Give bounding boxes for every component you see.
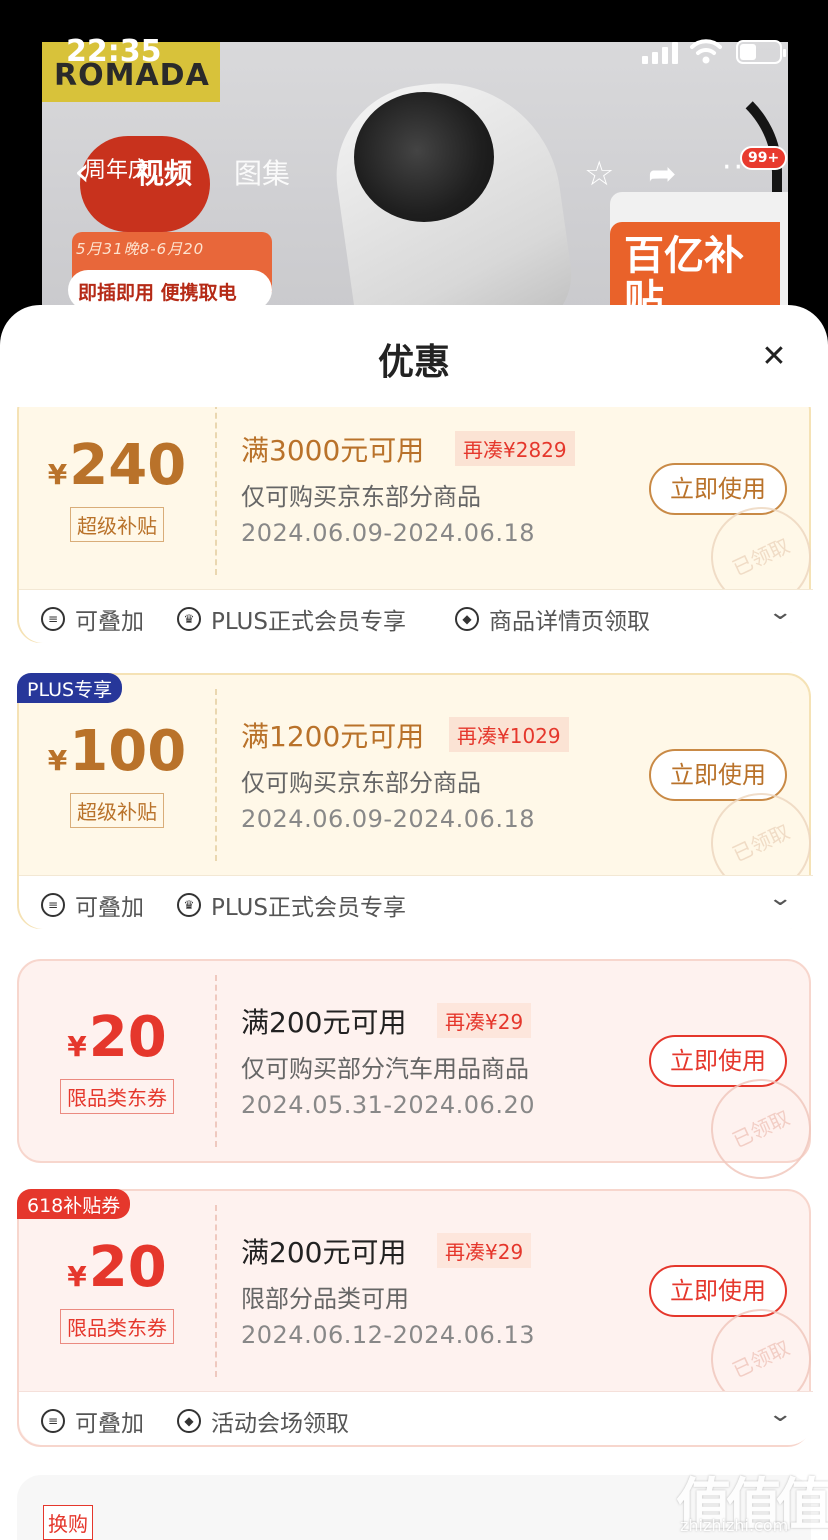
- coupon-footer[interactable]: ≡ 可叠加 ♛ PLUS正式会员专享 ⌄: [19, 875, 813, 929]
- coupon-amount: ¥240: [47, 433, 187, 498]
- plus-only-label: ♛ PLUS正式会员专享: [177, 602, 406, 636]
- coupon-divider: [215, 1205, 217, 1377]
- wifi-icon: [690, 39, 722, 64]
- sheet-title: 优惠: [377, 342, 450, 383]
- coupon-remaining-tag: 再凑¥1029: [449, 717, 569, 752]
- coupon-remaining-tag: 再凑¥29: [437, 1233, 532, 1268]
- coupon-dates: 2024.06.09-2024.06.18: [241, 519, 535, 547]
- coupon-type-tag: 超级补贴: [70, 793, 164, 828]
- chevron-down-icon[interactable]: ⌄: [767, 600, 793, 625]
- coupon-condition: 满3000元可用: [241, 434, 425, 467]
- coupon-amount: ¥20: [67, 1235, 167, 1300]
- coupon-scope: 仅可购买京东部分商品: [241, 769, 481, 797]
- promo-slogan: 即插即用 便携取电: [68, 270, 272, 310]
- back-icon[interactable]: ‹: [74, 152, 104, 192]
- coupon-card: ¥20 限品类东券 满200元可用 再凑¥29 仅可购买部分汽车用品商品 202…: [17, 959, 828, 1196]
- coupon-sheet: 优惠 ✕ ¥240 超级补贴 满3000元可用 再凑¥2829 仅可购买京东部分…: [0, 305, 828, 1540]
- plus-only-label: ♛ PLUS正式会员专享: [177, 888, 406, 922]
- coupon-dates: 2024.05.31-2024.06.20: [241, 1091, 535, 1119]
- tab-video[interactable]: 视频: [136, 152, 192, 192]
- stack-icon: ≡: [41, 607, 65, 631]
- coupon-divider: [215, 407, 217, 575]
- stackable-label: ≡ 可叠加: [41, 602, 144, 636]
- stackable-label: ≡ 可叠加: [41, 888, 144, 922]
- coupon-footer[interactable]: ≡ 可叠加 ◆ 活动会场领取 ⌄: [19, 1391, 813, 1445]
- source-icon: ◆: [177, 1409, 201, 1433]
- coupon-value-panel: ¥20 限品类东券: [19, 1191, 215, 1391]
- coupon-condition: 满200元可用: [241, 1006, 407, 1039]
- coupon-card: PLUS专享 ¥100 超级补贴 满1200元可用 再凑¥1029 仅可购买京东…: [17, 673, 828, 929]
- charger-plug-face: [354, 92, 494, 222]
- coupon-scope: 仅可购买京东部分商品: [241, 483, 481, 511]
- chevron-down-icon[interactable]: ⌄: [767, 886, 793, 911]
- coupon-condition: 满1200元可用: [241, 720, 425, 753]
- crown-icon: ♛: [177, 607, 201, 631]
- stackable-label: ≡ 可叠加: [41, 1404, 144, 1438]
- coupon-type-tag: 限品类东券: [60, 1079, 174, 1114]
- coupon-value-panel: ¥100 超级补贴: [19, 675, 215, 875]
- watermark-url: zhizhizhi.com: [680, 1516, 789, 1535]
- stack-icon: ≡: [41, 1409, 65, 1433]
- coupon-type-tag: 超级补贴: [70, 507, 164, 542]
- chevron-down-icon[interactable]: ⌄: [767, 1402, 793, 1427]
- coupon-card: 618补贴券 ¥20 限品类东券 满200元可用 再凑¥29 限部分品类可用 2…: [17, 1189, 828, 1447]
- status-time: 22:35: [66, 34, 162, 69]
- coupon-remaining-tag: 再凑¥29: [437, 1003, 532, 1038]
- coupon-list[interactable]: ¥240 超级补贴 满3000元可用 再凑¥2829 仅可购买京东部分商品 20…: [0, 407, 828, 1540]
- coupon-scope: 限部分品类可用: [241, 1285, 409, 1313]
- close-icon[interactable]: ✕: [760, 342, 788, 372]
- coupon-value-panel: ¥240 超级补贴: [19, 407, 215, 589]
- claim-source-label: ◆ 商品详情页领取: [455, 602, 650, 636]
- battery-icon: [736, 40, 786, 64]
- source-icon: ◆: [455, 607, 479, 631]
- coupon-amount: ¥20: [67, 1005, 167, 1070]
- coupon-dates: 2024.06.09-2024.06.18: [241, 805, 535, 833]
- tab-gallery[interactable]: 图集: [234, 152, 290, 192]
- stack-icon: ≡: [41, 893, 65, 917]
- coupon-dates: 2024.06.12-2024.06.13: [241, 1321, 535, 1349]
- promo-dates: 5月31晚8-6月20: [76, 240, 205, 258]
- crown-icon: ♛: [177, 893, 201, 917]
- coupon-type-tag: 限品类东券: [60, 1309, 174, 1344]
- coupon-value-panel: ¥20 限品类东券: [19, 961, 215, 1161]
- claim-source-label: ◆ 活动会场领取: [177, 1404, 349, 1438]
- coupon-footer[interactable]: ≡ 可叠加 ♛ PLUS正式会员专享 ◆ 商品详情页领取 ⌄: [19, 589, 813, 643]
- message-count-badge: 99+: [740, 146, 788, 170]
- cellular-signal-icon: [642, 40, 678, 64]
- exchange-tag: 换购: [43, 1505, 93, 1540]
- coupon-divider: [215, 689, 217, 861]
- coupon-remaining-tag: 再凑¥2829: [455, 431, 575, 466]
- coupon-condition: 满200元可用: [241, 1236, 407, 1269]
- favorite-star-icon[interactable]: ☆: [584, 154, 614, 194]
- coupon-amount: ¥100: [47, 719, 187, 784]
- share-icon[interactable]: ➦: [648, 154, 677, 194]
- status-bar: 22:35: [0, 0, 828, 100]
- coupon-scope: 仅可购买部分汽车用品商品: [241, 1055, 529, 1083]
- coupon-divider: [215, 975, 217, 1147]
- coupon-card: ¥240 超级补贴 满3000元可用 再凑¥2829 仅可购买京东部分商品 20…: [17, 407, 828, 643]
